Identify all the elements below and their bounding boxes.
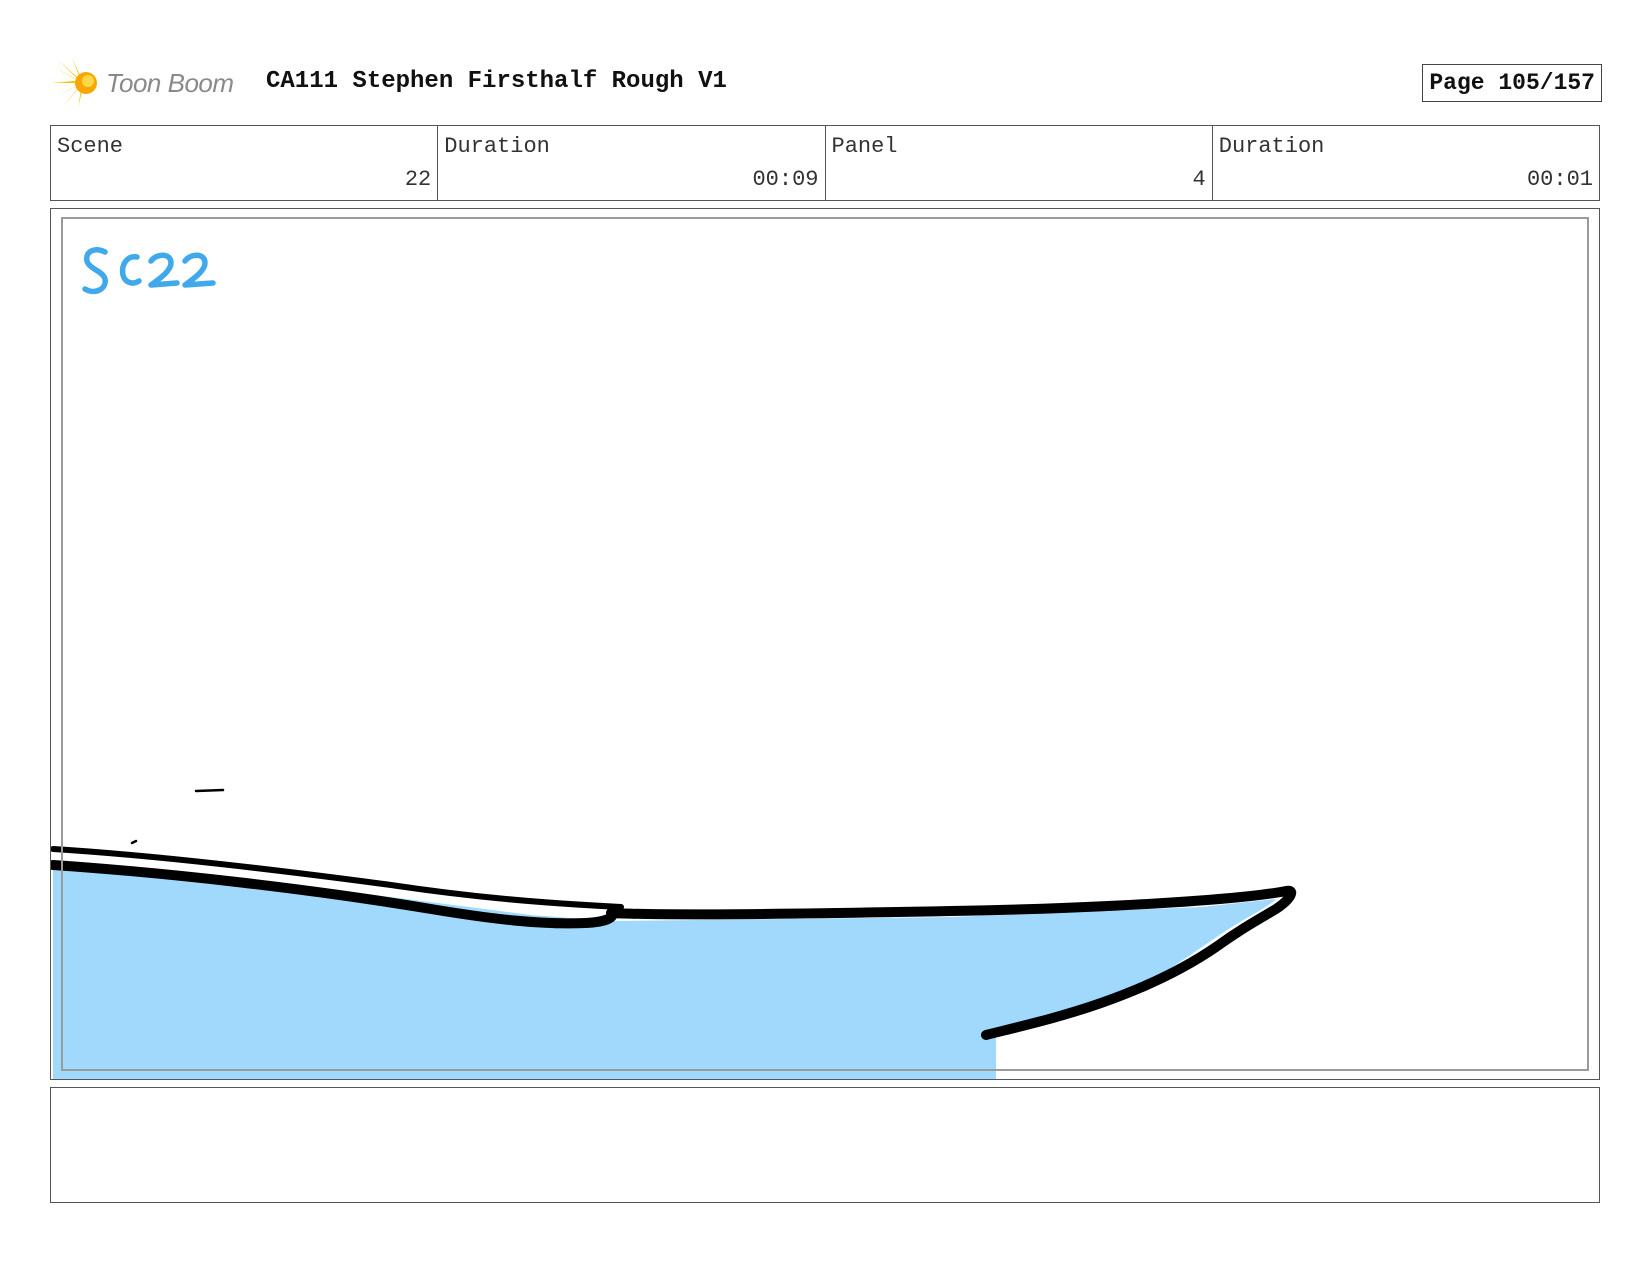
scene-info-table: Scene 22 Duration 00:09 Panel 4 Duration…	[50, 125, 1600, 201]
panel-duration-cell: Duration 00:01	[1213, 126, 1599, 200]
document-title: CA111 Stephen Firsthalf Rough V1	[266, 68, 727, 95]
panel-safe-area	[61, 217, 1589, 1071]
starburst-icon	[52, 58, 97, 108]
panel-duration-value: 00:01	[1526, 167, 1593, 192]
scene-duration-label: Duration	[444, 134, 550, 159]
scene-cell: Scene 22	[51, 126, 439, 200]
panel-cell: Panel 4	[826, 126, 1213, 200]
panel-value: 4	[1192, 167, 1206, 192]
panel-duration-label: Duration	[1218, 134, 1325, 159]
panel-label: Panel	[831, 134, 898, 159]
panel-notes-box	[50, 1087, 1600, 1203]
page-indicator: Page 105/157	[1422, 64, 1602, 102]
scene-value: 22	[404, 167, 432, 192]
scene-duration-value: 00:09	[752, 167, 819, 192]
scene-label: Scene	[57, 134, 124, 159]
toon-boom-logo: Toon Boom	[52, 58, 234, 108]
logo-wordmark: Toon Boom	[106, 67, 234, 98]
scene-duration-cell: Duration 00:09	[438, 126, 826, 200]
storyboard-panel	[50, 208, 1600, 1080]
storyboard-header: Toon Boom CA111 Stephen Firsthalf Rough …	[52, 58, 1602, 108]
